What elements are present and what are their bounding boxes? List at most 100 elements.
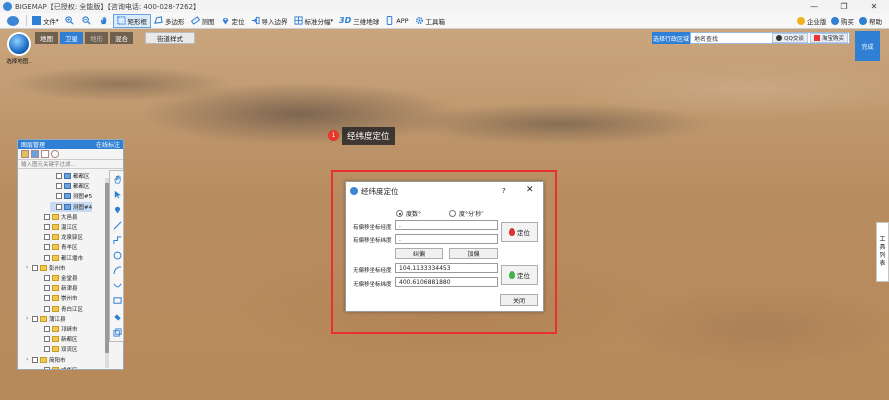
layer-checkbox[interactable]	[32, 356, 38, 363]
degree-radio[interactable]: 度数°	[396, 209, 421, 218]
layer-filter-input[interactable]: 输入图元关键字过滤...	[18, 160, 123, 169]
layer-tree-item[interactable]: 都江堰市	[38, 253, 83, 263]
layer-tree-item[interactable]: 邛崃市	[38, 324, 78, 334]
import-boundary-button[interactable]: 导入边界	[248, 14, 291, 28]
expand-arrow-icon[interactable]: ›	[26, 315, 31, 322]
select-map-button[interactable]: 选择地图..	[4, 32, 34, 70]
layer-checkbox[interactable]	[44, 366, 50, 369]
layer-checkbox[interactable]	[44, 295, 50, 302]
region-select-button[interactable]: 选择行政区域	[652, 32, 690, 44]
app-button[interactable]: APP	[382, 14, 411, 28]
layer-checkbox[interactable]	[44, 305, 50, 312]
hand-icon[interactable]	[113, 175, 122, 184]
measure-button[interactable]: 测图	[188, 14, 218, 28]
minimize-button[interactable]: —	[799, 0, 829, 13]
rect-select-button[interactable]: 矩形框	[112, 13, 152, 28]
layer-tree-item[interactable]: 青白江区	[38, 304, 83, 314]
layer-checkbox[interactable]	[44, 244, 50, 251]
layer-checkbox[interactable]	[44, 326, 50, 332]
layer-checkbox[interactable]	[44, 254, 50, 261]
layer-tree-item[interactable]: 新津县	[38, 283, 78, 293]
layer-checkbox[interactable]	[44, 336, 50, 343]
tab-satellite[interactable]: 卫星	[60, 32, 83, 44]
add-offset-button[interactable]: 加偏	[449, 248, 498, 259]
rectangle-icon[interactable]	[113, 296, 122, 305]
layer-tree-item[interactable]: 青羊区	[38, 242, 78, 252]
layer-tree-item[interactable]: › 蒲江县	[26, 314, 66, 324]
layer-tree-item[interactable]: › 简阳市	[26, 355, 66, 365]
layer-tree-item[interactable]: 都都区	[50, 171, 90, 181]
layer-checkbox[interactable]	[44, 234, 50, 241]
polygon-button[interactable]: 多边形	[151, 14, 188, 28]
open-folder-icon[interactable]	[21, 150, 29, 158]
layer-tree-item[interactable]: 测图#4	[50, 201, 93, 212]
search-icon[interactable]	[51, 150, 59, 158]
layer-tree-item[interactable]: 测图#5	[50, 191, 92, 201]
layer-tree-item[interactable]: 成华区	[38, 365, 78, 369]
layer-checkbox[interactable]	[56, 203, 62, 210]
line-icon[interactable]	[113, 221, 122, 230]
layer-checkbox[interactable]	[32, 315, 38, 322]
expand-arrow-icon[interactable]: ›	[26, 356, 31, 363]
layer-tree-item[interactable]: › 彭州市	[26, 263, 66, 273]
layer-checkbox[interactable]	[44, 346, 50, 353]
online-label-link[interactable]: 在线标注	[96, 140, 120, 149]
layer-checkbox[interactable]	[44, 213, 50, 220]
globe-menu-button[interactable]	[4, 14, 24, 28]
layer-tree-item[interactable]: 大邑县	[38, 212, 78, 222]
expand-arrow-icon[interactable]: ›	[26, 264, 31, 271]
marker-icon[interactable]	[113, 205, 122, 214]
pointer-icon[interactable]	[113, 190, 122, 199]
eraser-icon[interactable]	[113, 313, 122, 322]
layer-checkbox[interactable]	[44, 285, 50, 292]
dialog-close-icon[interactable]: ✕	[526, 185, 534, 195]
layer-tree-item[interactable]: 金堂县	[38, 273, 78, 283]
tab-terrain[interactable]: 地形	[85, 32, 108, 44]
tool-list-tab[interactable]: 工 具 列 表	[876, 222, 889, 282]
help-button[interactable]: 帮助	[859, 13, 882, 29]
layer-checkbox[interactable]	[44, 224, 50, 230]
locate-offset-button[interactable]: 定位	[501, 222, 538, 242]
maximize-button[interactable]: ❐	[829, 0, 859, 13]
layer-checkbox[interactable]	[56, 193, 62, 200]
layer-tree-item[interactable]: 新都区	[38, 334, 78, 344]
file-menu-button[interactable]: 文件 ▾	[29, 14, 62, 28]
no-offset-lat-input[interactable]: 400.6106881880	[395, 277, 498, 287]
dialog-close-button[interactable]: 关闭	[500, 294, 538, 306]
close-window-button[interactable]: ✕	[859, 0, 889, 13]
tab-hybrid[interactable]: 混合	[110, 32, 133, 44]
correct-offset-button[interactable]: 纠偏	[395, 248, 443, 259]
layer-checkbox[interactable]	[56, 183, 62, 190]
layer-tree-item[interactable]: 龙泉驿区	[38, 232, 83, 242]
pan-button[interactable]	[96, 14, 113, 28]
dms-radio[interactable]: 度°分′秒″	[449, 209, 484, 218]
street-style-button[interactable]: 街道样式	[145, 32, 195, 44]
offset-lng-input[interactable]: .	[395, 220, 498, 230]
layer-tree-item[interactable]: 温江区	[38, 222, 78, 232]
dialog-help-button[interactable]: ?	[502, 187, 506, 195]
locate-button[interactable]: 定位	[218, 14, 248, 28]
layer-checkbox[interactable]	[32, 264, 38, 271]
zoom-out-button[interactable]	[79, 14, 96, 28]
arc-icon[interactable]	[113, 281, 122, 290]
qq-chat-button[interactable]: QQ交谈	[772, 33, 808, 43]
tab-map[interactable]: 地图	[35, 32, 58, 44]
no-offset-lng-input[interactable]: 104.1133334453	[395, 263, 498, 273]
layer-tree-item[interactable]: 都都区	[50, 181, 90, 191]
standard-tiles-button[interactable]: 标准分幅 ▾	[291, 14, 337, 28]
circle-icon[interactable]	[113, 251, 122, 260]
finish-button[interactable]: 完成	[855, 31, 880, 61]
layer-tree-item[interactable]: 崇州市	[38, 293, 78, 303]
three-d-globe-button[interactable]: 3D 三维地球	[336, 14, 382, 28]
save-icon[interactable]	[31, 150, 39, 158]
zoom-in-button[interactable]	[62, 14, 79, 28]
toolbox-button[interactable]: 工具箱	[412, 14, 449, 28]
location-marker[interactable]: 1	[328, 130, 339, 141]
locate-no-offset-button[interactable]: 定位	[501, 265, 538, 285]
layer-checkbox[interactable]	[56, 173, 62, 179]
checkbox-all-icon[interactable]	[41, 150, 49, 158]
taobao-buy-button[interactable]: 淘宝购买	[810, 33, 848, 43]
layer-tree-item[interactable]: 双流区	[38, 344, 78, 354]
layer-checkbox[interactable]	[44, 275, 50, 281]
buy-button[interactable]: 购买	[831, 13, 854, 29]
